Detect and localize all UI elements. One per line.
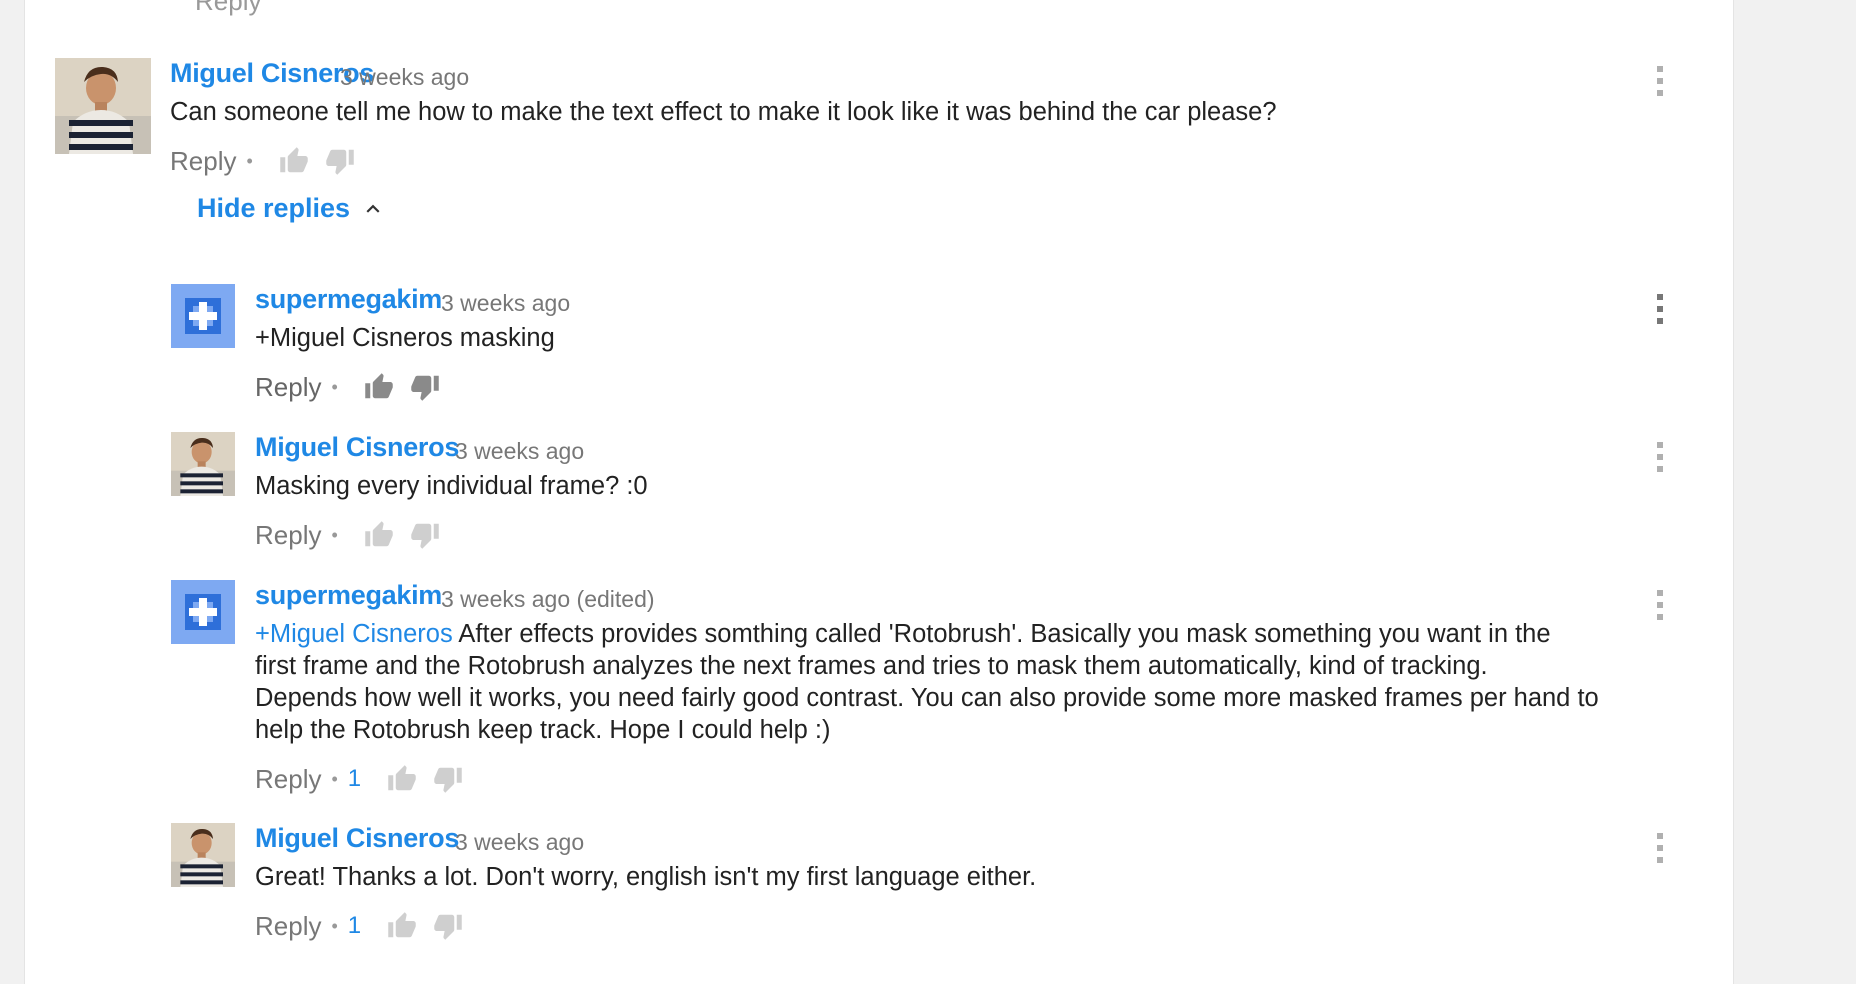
avatar[interactable] — [171, 432, 235, 496]
comment-text: Can someone tell me how to make the text… — [170, 98, 1277, 126]
avatar[interactable] — [171, 580, 235, 644]
reply-item: supermegakim 3 weeks ago +Miguel Cisnero… — [171, 284, 1711, 404]
thumbs-up-icon[interactable] — [385, 764, 419, 794]
reply-button[interactable]: Reply — [170, 146, 236, 177]
reply-item: Miguel Cisneros 3 weeks ago Masking ever… — [171, 432, 1711, 552]
comment-timestamp[interactable]: 3 weeks ago — [340, 64, 469, 91]
comment-timestamp[interactable]: 3 weeks ago — [441, 290, 570, 317]
comment-author[interactable]: supermegakim — [255, 580, 442, 611]
comment-actions: Reply • 1 — [255, 762, 465, 796]
comments-card: Reply Miguel Cisneros 3 weeks ago Can so… — [24, 0, 1734, 984]
comment-item: Miguel Cisneros 3 weeks ago Can someone … — [55, 58, 1715, 176]
separator-dot: • — [246, 150, 253, 171]
comment-actions: Reply • — [170, 144, 357, 178]
thumbs-up-icon[interactable] — [385, 911, 419, 941]
reply-item: Miguel Cisneros 3 weeks ago Great! Thank… — [171, 823, 1711, 943]
more-vert-icon[interactable] — [1653, 831, 1667, 865]
comment-actions: Reply • — [255, 518, 442, 552]
previous-reply-button[interactable]: Reply — [195, 0, 261, 17]
more-vert-icon[interactable] — [1653, 588, 1667, 622]
reply-button[interactable]: Reply — [255, 520, 321, 551]
comment-timestamp[interactable]: 3 weeks ago (edited) — [441, 586, 655, 613]
comment-text: +Miguel Cisneros After effects provides … — [255, 620, 1599, 744]
separator-dot: • — [331, 915, 338, 936]
hide-replies-toggle[interactable]: Hide replies — [197, 193, 386, 224]
separator-dot: • — [331, 768, 338, 789]
separator-dot: • — [331, 376, 338, 397]
comment-timestamp[interactable]: 3 weeks ago — [455, 829, 584, 856]
thumbs-up-icon[interactable] — [362, 372, 396, 402]
more-vert-icon[interactable] — [1653, 440, 1667, 474]
comment-text: +Miguel Cisneros masking — [255, 324, 555, 352]
user-mention-link[interactable]: +Miguel Cisneros — [255, 620, 453, 648]
reply-item: supermegakim 3 weeks ago (edited) +Migue… — [171, 580, 1731, 800]
comment-author[interactable]: Miguel Cisneros — [255, 823, 459, 854]
reply-button[interactable]: Reply — [255, 911, 321, 942]
more-vert-icon[interactable] — [1653, 64, 1667, 98]
thumbs-down-icon[interactable] — [431, 911, 465, 941]
thumbs-down-icon[interactable] — [431, 764, 465, 794]
comment-text: Masking every individual frame? :0 — [255, 472, 648, 500]
avatar[interactable] — [171, 823, 235, 887]
like-count: 1 — [347, 912, 362, 939]
avatar[interactable] — [171, 284, 235, 348]
comment-author[interactable]: supermegakim — [255, 284, 442, 315]
comment-timestamp[interactable]: 3 weeks ago — [455, 438, 584, 465]
comment-text: Great! Thanks a lot. Don't worry, englis… — [255, 863, 1037, 891]
comment-author[interactable]: Miguel Cisneros — [255, 432, 459, 463]
like-count: 1 — [347, 765, 362, 792]
comment-actions: Reply • 1 — [255, 909, 465, 943]
more-vert-icon[interactable] — [1653, 292, 1667, 326]
reply-button[interactable]: Reply — [255, 764, 321, 795]
separator-dot: • — [331, 524, 338, 545]
avatar[interactable] — [55, 58, 151, 154]
thumbs-up-icon[interactable] — [277, 146, 311, 176]
chevron-up-icon — [366, 204, 380, 213]
comment-actions: Reply • — [255, 370, 442, 404]
thumbs-down-icon[interactable] — [323, 146, 357, 176]
thumbs-down-icon[interactable] — [408, 520, 442, 550]
thumbs-up-icon[interactable] — [362, 520, 396, 550]
reply-button[interactable]: Reply — [255, 372, 321, 403]
thumbs-down-icon[interactable] — [408, 372, 442, 402]
